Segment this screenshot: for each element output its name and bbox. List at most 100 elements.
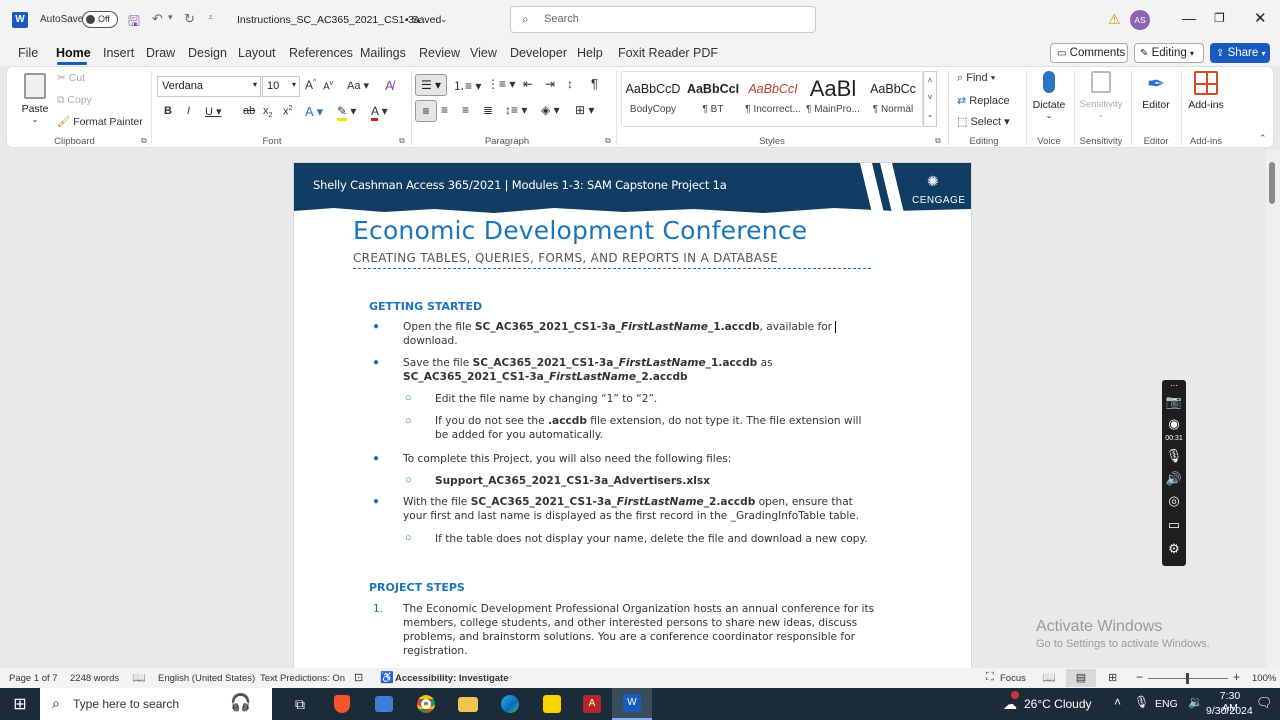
document-page[interactable]: Shelly Cashman Access 365/2021 | Modules… [293,162,972,672]
tab-developer[interactable]: Developer [510,46,567,60]
zoom-in-icon[interactable]: + [1233,670,1240,684]
paste-button[interactable]: Paste ⌄ [19,71,51,124]
line-spacing-button[interactable]: ↕≡ ▾ [505,103,527,117]
sort-button[interactable]: ↕ [567,77,573,91]
borders-button[interactable]: ⊞ ▾ [575,103,594,117]
close-icon[interactable]: ✕ [1254,9,1267,27]
increase-indent-button[interactable]: ⇥ [545,77,555,91]
shading-button[interactable]: ◈ ▾ [541,103,560,117]
shrink-font-button[interactable]: Av [323,80,333,92]
save-status[interactable]: • Saved [405,14,441,26]
word-count[interactable]: 2248 words [70,673,119,684]
tab-foxit[interactable]: Foxit Reader PDF [618,46,718,60]
text-predictions-status[interactable]: Text Predictions: On [260,673,345,684]
file-explorer-icon[interactable] [456,688,480,720]
page-count[interactable]: Page 1 of 7 [9,673,58,684]
speaker-icon[interactable]: 🔊 [1162,471,1186,487]
select-button[interactable]: ⬚ Select ▾ [957,115,1010,128]
avatar[interactable]: AS [1130,10,1150,30]
minimize-icon[interactable]: — [1182,10,1196,26]
redo-icon[interactable]: ↻ [184,11,195,27]
justify-button[interactable]: ≣ [483,103,493,117]
notifications-icon[interactable]: 🗨 [1256,695,1273,711]
font-name-select[interactable]: Verdana ▾ [157,76,261,97]
font-color-button[interactable]: A ▾ [371,104,388,121]
language-status[interactable]: English (United States) [158,673,255,684]
style-incorrect[interactable]: AaBbCcI ¶ Incorrect... [743,77,803,123]
align-right-button[interactable]: ≡ [462,103,469,117]
save-icon[interactable]: 🖫 [128,11,140,35]
chevron-up-icon[interactable]: ˄ [1114,695,1121,709]
tab-file[interactable]: File [18,46,38,60]
format-painter-button[interactable]: 🖌 Format Painter [57,115,143,128]
web-layout-icon[interactable]: ⊞ [1108,671,1117,684]
start-button[interactable]: ⊞ [0,688,40,720]
tab-view[interactable]: View [470,46,497,60]
dictate-button[interactable]: Dictate ⌄ [1029,71,1069,120]
style-bodycopy[interactable]: AaBbCcD BodyCopy [623,77,683,123]
highlight-color-button[interactable]: ✎ ▾ [337,104,356,121]
language-indicator[interactable]: ENG [1155,698,1178,710]
restore-icon[interactable]: ❐ [1214,11,1225,25]
clock-date[interactable]: 9/30/2024 [1206,705,1253,717]
align-center-button[interactable]: ≡ [441,103,448,117]
styles-launcher-icon[interactable]: ⧉ [935,136,941,146]
zoom-out-icon[interactable]: − [1136,670,1143,684]
word-taskbar-icon[interactable]: W [612,688,652,720]
editor-button[interactable]: ✒ Editor [1135,71,1177,111]
underline-button[interactable]: U ▾ [205,105,222,118]
subscript-button[interactable]: x2 [263,105,272,119]
sensitivity-button[interactable]: Sensitivity ⌄ [1075,71,1127,119]
print-layout-icon[interactable]: ▤ [1066,669,1096,687]
zoom-slider[interactable] [1148,673,1228,684]
editing-mode-button[interactable]: ✎ Editing ▾ [1134,43,1204,63]
recorder-menu-icon[interactable]: ⋯ [1162,381,1186,390]
styles-scroll[interactable]: ˄ ˅ ⌄ [923,71,937,127]
focus-icon[interactable]: ⛶ [986,671,994,684]
text-effects-button[interactable]: A ▾ [305,104,323,120]
autosave-toggle[interactable]: Off [82,11,118,28]
align-left-button[interactable]: ≡ [415,100,437,122]
clear-formatting-icon[interactable]: A̸ [385,78,394,93]
font-launcher-icon[interactable]: ⧉ [399,136,405,146]
speaker-tray-icon[interactable]: 🔉 [1188,695,1203,709]
zoom-level[interactable]: 100% [1252,673,1276,684]
record-icon[interactable]: ◉ [1162,416,1186,432]
tab-insert[interactable]: Insert [103,46,134,60]
zoom-slider-thumb[interactable] [1186,673,1189,684]
copy-button[interactable]: ⧉ Copy [57,94,92,107]
webcam-icon[interactable]: ◎ [1162,493,1186,509]
tab-home[interactable]: Home [56,46,91,60]
accessibility-status[interactable]: Accessibility: Investigate [395,673,509,684]
microphone-tray-icon[interactable]: 🎙 [1134,695,1149,709]
word-logo-icon[interactable]: W [12,12,28,28]
microphone-icon[interactable]: 🎙 [1162,448,1186,464]
sticky-notes-icon[interactable] [540,688,564,720]
tab-mailings[interactable]: Mailings [360,46,406,60]
superscript-button[interactable]: x2 [283,105,292,118]
bullets-button[interactable]: ☰ ▾ [415,74,447,96]
focus-mode[interactable]: Focus [1000,673,1026,684]
weather-status[interactable]: 26°C Cloudy [1024,697,1092,711]
grow-font-button[interactable]: A^ [305,78,316,92]
proofing-icon[interactable]: 📖 [132,671,146,684]
multilevel-list-button[interactable]: ⋮≡ ▾ [487,77,515,91]
read-mode-icon[interactable]: 📖 [1042,671,1056,684]
style-mainpro[interactable]: AaBl ¶ MainPro... [803,77,863,123]
find-button[interactable]: ⌕ Find ▾ [957,72,995,85]
tab-references[interactable]: References [289,46,353,60]
decrease-indent-button[interactable]: ⇤ [523,77,533,91]
comments-button[interactable]: ▭ Comments [1050,43,1128,63]
italic-button[interactable]: I [187,105,190,117]
strikethrough-button[interactable]: ab [243,105,255,117]
tab-layout[interactable]: Layout [238,46,276,60]
chrome-icon[interactable] [414,688,438,720]
bold-button[interactable]: B [164,105,172,117]
task-view-icon[interactable]: ⧉ [288,688,312,720]
change-case-button[interactable]: Aa ▾ [347,79,369,92]
style-normal[interactable]: AaBbCc ¶ Normal [863,77,923,123]
undo-icon[interactable]: ↶ [152,11,163,27]
clipboard-launcher-icon[interactable]: ⧉ [141,136,147,146]
cut-button[interactable]: ✂ Cut [57,72,85,84]
warning-icon[interactable]: ⚠ [1108,11,1121,28]
